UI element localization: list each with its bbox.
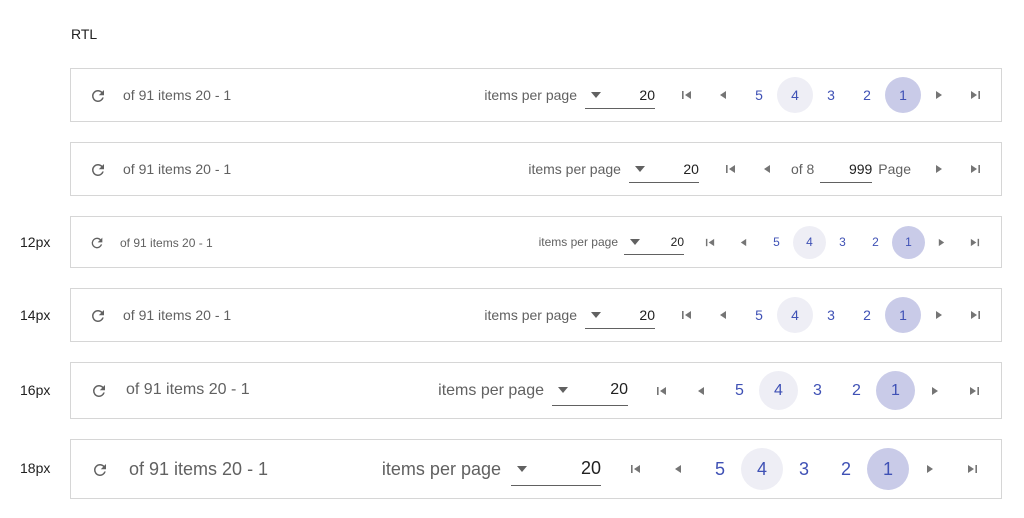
page-size-value: 20	[670, 234, 684, 249]
page-count-label: of 8	[790, 161, 815, 177]
first-page-icon[interactable]	[615, 448, 657, 490]
items-per-page-label: items per page	[381, 458, 501, 479]
page-size-value: 20	[610, 381, 628, 398]
pager-info: of 91 items 20 - 1	[123, 87, 232, 103]
dropdown-caret-icon	[630, 238, 640, 245]
page-1[interactable]: 1	[885, 77, 921, 113]
last-page-icon[interactable]	[957, 151, 993, 187]
page-5[interactable]: 5	[720, 371, 759, 410]
pager-info: of 91 items 20 - 1	[120, 236, 213, 250]
page-size-select[interactable]: 20	[585, 81, 655, 109]
pager-info: of 91 items 20 - 1	[129, 459, 269, 479]
items-per-page-label: items per page	[484, 87, 577, 103]
dropdown-caret-icon	[634, 165, 645, 172]
page-4[interactable]: 4	[741, 448, 783, 490]
page-size-select[interactable]: 20	[628, 155, 699, 183]
page-3[interactable]: 3	[813, 77, 849, 113]
last-page-icon[interactable]	[954, 371, 993, 410]
page-3[interactable]: 3	[798, 371, 837, 410]
previous-page-icon[interactable]	[727, 226, 760, 259]
first-page-icon[interactable]	[713, 151, 749, 187]
refresh-icon[interactable]	[88, 380, 110, 402]
page-size-select[interactable]: 20	[624, 229, 684, 255]
page-1[interactable]: 1	[867, 448, 909, 490]
next-page-icon[interactable]	[925, 226, 958, 259]
items-per-page-label: items per page	[438, 381, 544, 399]
page-1[interactable]: 1	[876, 371, 915, 410]
refresh-icon[interactable]	[87, 85, 109, 107]
page-1[interactable]: 1	[885, 297, 921, 333]
previous-page-icon[interactable]	[657, 448, 699, 490]
last-page-icon[interactable]	[957, 77, 993, 113]
page-label: Page	[878, 161, 911, 177]
page-4[interactable]: 4	[777, 297, 813, 333]
page-size-select[interactable]: 20	[552, 376, 628, 406]
refresh-icon[interactable]	[87, 305, 109, 327]
last-page-icon[interactable]	[951, 448, 993, 490]
pager-info: of 91 items 20 - 1	[123, 307, 232, 323]
page-4[interactable]: 4	[759, 371, 798, 410]
first-page-icon[interactable]	[669, 297, 705, 333]
items-per-page-label: items per page	[528, 161, 621, 177]
dropdown-caret-icon	[591, 311, 601, 318]
pager-info: of 91 items 20 - 1	[123, 161, 232, 177]
page-2[interactable]: 2	[837, 371, 876, 410]
dropdown-caret-icon	[591, 91, 601, 98]
pager-12px: of 91 items 20 - 1 items per page 20 5 4…	[70, 216, 1002, 268]
pager-input: of 91 items 20 - 1 items per page 20 of …	[70, 142, 1002, 196]
last-page-icon[interactable]	[957, 297, 993, 333]
page-5[interactable]: 5	[760, 226, 793, 259]
items-per-page-label: items per page	[484, 307, 577, 323]
page-size-select[interactable]: 20	[511, 452, 601, 486]
page-2[interactable]: 2	[849, 297, 885, 333]
items-per-page-label: items per page	[538, 235, 618, 249]
page-2[interactable]: 2	[859, 226, 892, 259]
page-size-value: 20	[639, 306, 655, 323]
size-label-16: 16px	[20, 382, 51, 398]
pager-14px: of 91 items 20 - 1 items per page 20 5 4…	[70, 288, 1002, 342]
refresh-icon[interactable]	[87, 159, 109, 181]
page-3[interactable]: 3	[826, 226, 859, 259]
refresh-icon[interactable]	[89, 459, 111, 481]
page-4[interactable]: 4	[777, 77, 813, 113]
page-5[interactable]: 5	[699, 448, 741, 490]
first-page-icon[interactable]	[642, 371, 681, 410]
page-1[interactable]: 1	[892, 225, 925, 259]
first-page-icon[interactable]	[669, 77, 705, 113]
dropdown-caret-icon	[558, 387, 568, 393]
page-size-select[interactable]: 20	[585, 301, 655, 329]
previous-page-icon[interactable]	[681, 371, 720, 410]
first-page-icon[interactable]	[694, 226, 727, 259]
pager-default: of 91 items 20 - 1 items per page 20 5 4…	[70, 68, 1002, 122]
previous-page-icon[interactable]	[705, 297, 741, 333]
page-number-input[interactable]: 999	[820, 155, 873, 183]
rtl-heading: RTL	[71, 26, 98, 42]
pager-18px: of 91 items 20 - 1 items per page 20 5 4…	[70, 439, 1002, 499]
page-5[interactable]: 5	[741, 77, 777, 113]
next-page-icon[interactable]	[921, 297, 957, 333]
next-page-icon[interactable]	[921, 77, 957, 113]
refresh-icon[interactable]	[87, 233, 107, 253]
pager-info: of 91 items 20 - 1	[126, 381, 250, 398]
page-3[interactable]: 3	[783, 448, 825, 490]
next-page-icon[interactable]	[909, 448, 951, 490]
page-size-value: 20	[683, 160, 699, 177]
page-2[interactable]: 2	[825, 448, 867, 490]
page-size-value: 20	[580, 458, 601, 478]
page-5[interactable]: 5	[741, 297, 777, 333]
page-4[interactable]: 4	[793, 225, 826, 259]
page-2[interactable]: 2	[849, 77, 885, 113]
next-page-icon[interactable]	[921, 151, 957, 187]
page-size-value: 20	[639, 86, 655, 103]
last-page-icon[interactable]	[958, 226, 991, 259]
size-label-14: 14px	[20, 307, 51, 323]
size-label-12: 12px	[20, 234, 51, 250]
size-label-18: 18px	[20, 460, 51, 476]
pager-16px: of 91 items 20 - 1 items per page 20 5 4…	[70, 362, 1002, 419]
page-3[interactable]: 3	[813, 297, 849, 333]
dropdown-caret-icon	[517, 465, 527, 472]
previous-page-icon[interactable]	[749, 151, 785, 187]
previous-page-icon[interactable]	[705, 77, 741, 113]
next-page-icon[interactable]	[915, 371, 954, 410]
